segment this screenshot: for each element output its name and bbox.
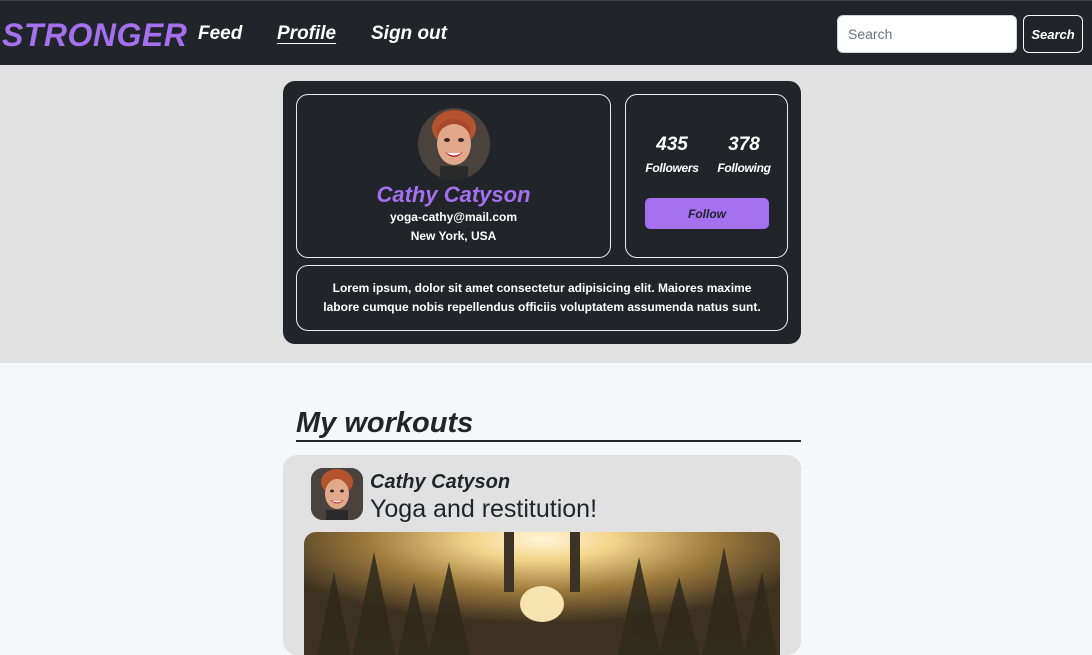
- nav-link-profile[interactable]: Profile: [277, 21, 336, 47]
- profile-name: Cathy Catyson: [376, 182, 531, 207]
- post-image[interactable]: [304, 532, 780, 655]
- search-button[interactable]: Search: [1023, 15, 1083, 53]
- profile-card: Cathy Catyson yoga-cathy@mail.com New Yo…: [283, 81, 801, 344]
- profile-info-box: Cathy Catyson yoga-cathy@mail.com New Yo…: [296, 94, 611, 258]
- following-stat[interactable]: 378 Following: [714, 133, 774, 176]
- following-label: Following: [717, 161, 771, 175]
- following-count: 378: [728, 134, 760, 155]
- followers-stat[interactable]: 435 Followers: [642, 133, 702, 176]
- profile-bio: Lorem ipsum, dolor sit amet consectetur …: [323, 281, 761, 314]
- followers-label: Followers: [645, 161, 699, 175]
- profile-avatar: [418, 108, 490, 180]
- post-title: Yoga and restitution!: [370, 495, 598, 523]
- profile-location: New York, USA: [410, 229, 497, 243]
- workouts-heading: My workouts: [296, 404, 801, 442]
- profile-bio-box: Lorem ipsum, dolor sit amet consectetur …: [296, 265, 788, 331]
- profile-stats-box: 435 Followers 378 Following Follow: [625, 94, 788, 258]
- profile-section: Cathy Catyson yoga-cathy@mail.com New Yo…: [0, 65, 1092, 363]
- nav-link-sign-out[interactable]: Sign out: [371, 21, 447, 47]
- workout-post[interactable]: Cathy Catyson Yoga and restitution!: [283, 455, 801, 655]
- follow-button[interactable]: Follow: [645, 198, 769, 229]
- post-author-avatar[interactable]: [311, 468, 363, 520]
- search-input[interactable]: [837, 15, 1017, 53]
- post-author-name[interactable]: Cathy Catyson: [370, 469, 510, 495]
- brand-logo[interactable]: STRONGER: [2, 15, 187, 55]
- navbar: STRONGER Feed Profile Sign out Search: [0, 0, 1092, 65]
- followers-count: 435: [656, 134, 688, 155]
- nav-link-feed[interactable]: Feed: [198, 21, 242, 47]
- profile-email: yoga-cathy@mail.com: [389, 210, 518, 224]
